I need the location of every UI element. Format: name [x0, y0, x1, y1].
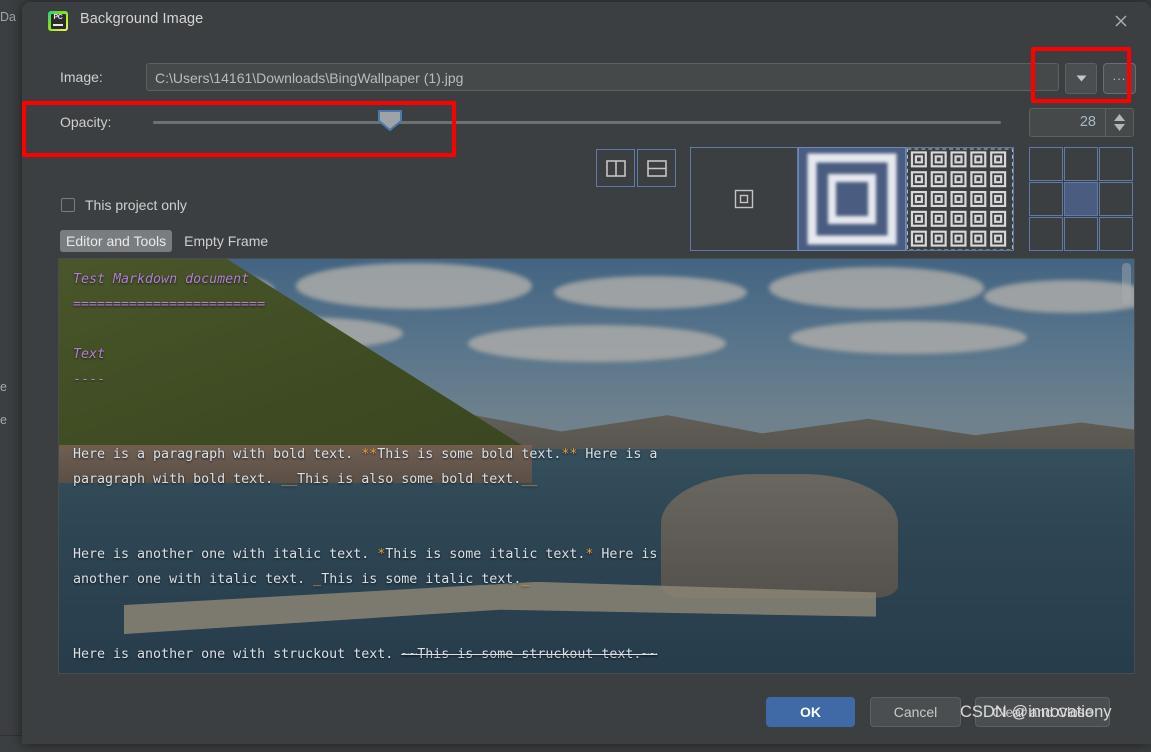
preview-text-line [73, 317, 1118, 342]
this-project-only-checkbox[interactable]: This project only [61, 197, 187, 213]
opacity-slider-thumb[interactable] [377, 110, 403, 132]
preview-text-line: Test Markdown document [73, 267, 1118, 292]
pycharm-icon: PC [48, 11, 68, 31]
anchor-cell-bottom-right[interactable] [1099, 217, 1133, 251]
split-horizontal-icon[interactable] [637, 149, 676, 187]
preview-text-line: Here is another one with italic text. *T… [73, 542, 1118, 567]
preview-text-segment: This is also some bold text. [297, 472, 522, 487]
tab-editor-and-tools[interactable]: Editor and Tools [60, 230, 173, 252]
browse-button-label: ... [1112, 68, 1127, 83]
opacity-spinner[interactable]: 28 [1029, 108, 1134, 137]
preview-tabs: Editor and Tools Empty Frame [60, 230, 274, 252]
preview-text-segment: __ [521, 472, 538, 487]
anchor-cell-middle-left[interactable] [1029, 182, 1063, 216]
opacity-value-input[interactable]: 28 [1030, 109, 1105, 136]
clear-and-close-button[interactable]: Clear and Close [975, 697, 1110, 727]
split-button-group [596, 149, 676, 187]
image-path-input[interactable]: C:\Users\14161\Downloads\BingWallpaper (… [146, 63, 1059, 91]
fill-scale-icon[interactable] [798, 147, 906, 251]
preview-text-line [73, 392, 1118, 417]
preview-text-segment: another one with italic text. [73, 572, 314, 587]
anchor-cell-top-center[interactable] [1064, 147, 1098, 181]
pycharm-icon-text: PC [53, 13, 63, 21]
preview-text-segment: Here is another one with italic text. [73, 547, 378, 562]
preview-text-line [73, 492, 1118, 517]
preview-text-line: ---- [73, 367, 1118, 392]
pycharm-icon-bar [52, 24, 63, 26]
opacity-slider-track[interactable] [153, 121, 1001, 124]
preview-text-segment: ** [361, 447, 378, 462]
markdown-preview-text: Test Markdown document ==================… [73, 267, 1118, 667]
split-vertical-icon[interactable] [596, 149, 635, 187]
preview-text-segment: paragraph with bold text. [73, 472, 282, 487]
preview-text-segment: This is some italic text. [385, 547, 586, 562]
preview-text-line: Here is another one with struckout text.… [73, 642, 1118, 667]
image-label: Image: [60, 69, 103, 85]
preview-text-segment: __ [281, 472, 298, 487]
background-text-fragment: Da [0, 10, 16, 24]
anchor-cell-bottom-center[interactable] [1064, 217, 1098, 251]
preview-scrollbar-thumb[interactable] [1122, 263, 1131, 304]
preview-text-segment: _ [521, 572, 530, 587]
anchor-cell-top-right[interactable] [1099, 147, 1133, 181]
preview-text-segment: This is some italic text. [321, 572, 522, 587]
preview-text-line: another one with italic text. _This is s… [73, 567, 1118, 592]
checkbox-box-icon [61, 198, 75, 212]
this-project-only-label: This project only [85, 197, 187, 213]
preview-text-line [73, 617, 1118, 642]
preview-text-line: ======================== [73, 292, 1118, 317]
background-image-dialog: PC Background Image Image: C:\Users\1416… [22, 2, 1151, 744]
preview-text-line: paragraph with bold text. __This is also… [73, 467, 1118, 492]
screenshot-root: Da e e PC Background Image Image: C:\Use… [0, 0, 1151, 752]
preview-scrollbar[interactable] [1122, 260, 1133, 673]
tab-empty-frame[interactable]: Empty Frame [178, 230, 274, 252]
fill-tile-icon[interactable] [906, 147, 1014, 251]
dialog-title: Background Image [80, 11, 204, 27]
preview-text-segment: Test Markdown document [73, 272, 250, 287]
preview-text-segment: ======================== [73, 297, 266, 312]
anchor-cell-middle-right[interactable] [1099, 182, 1133, 216]
preview-text-segment: _ [313, 572, 322, 587]
opacity-label: Opacity: [60, 114, 112, 130]
chevron-down-icon[interactable] [1065, 63, 1097, 94]
preview-text-line [73, 417, 1118, 442]
preview-text-line [73, 592, 1118, 617]
preview-text-line: Here is a paragraph with bold text. **Th… [73, 442, 1118, 467]
ok-button[interactable]: OK [766, 697, 855, 727]
anchor-position-grid [1029, 147, 1133, 251]
dialog-button-bar: OK Cancel Clear and Close [22, 680, 1151, 744]
preview-text-line [73, 517, 1118, 542]
preview-panel[interactable]: Test Markdown document ==================… [58, 258, 1135, 674]
preview-text-segment: ---- [73, 372, 106, 387]
background-text-fragment: e [0, 413, 7, 427]
preview-text-segment: Text [73, 347, 106, 362]
cancel-button[interactable]: Cancel [870, 697, 961, 727]
fill-mode-group [690, 147, 1014, 251]
browse-button[interactable]: ... [1103, 63, 1136, 94]
preview-text-line: Text [73, 342, 1118, 367]
anchor-cell-bottom-left[interactable] [1029, 217, 1063, 251]
preview-text-segment: This is some bold text. [377, 447, 562, 462]
close-icon[interactable] [1105, 7, 1137, 35]
fill-center-icon[interactable] [690, 147, 798, 251]
preview-text-segment: Here is another one with struckout text. [73, 647, 402, 662]
spinner-updown-icon[interactable] [1105, 109, 1133, 136]
anchor-cell-middle-center[interactable] [1064, 182, 1098, 216]
preview-text-segment: Here is a paragraph with bold text. [73, 447, 362, 462]
preview-text-segment: ** [561, 447, 578, 462]
preview-text-segment: ~~This is some struckout text.~~ [401, 647, 658, 662]
preview-text-segment: Here is [593, 547, 658, 562]
anchor-cell-top-left[interactable] [1029, 147, 1063, 181]
background-text-fragment: e [0, 380, 7, 394]
dialog-titlebar: PC Background Image [22, 2, 1151, 39]
preview-text-segment: Here is a [577, 447, 658, 462]
